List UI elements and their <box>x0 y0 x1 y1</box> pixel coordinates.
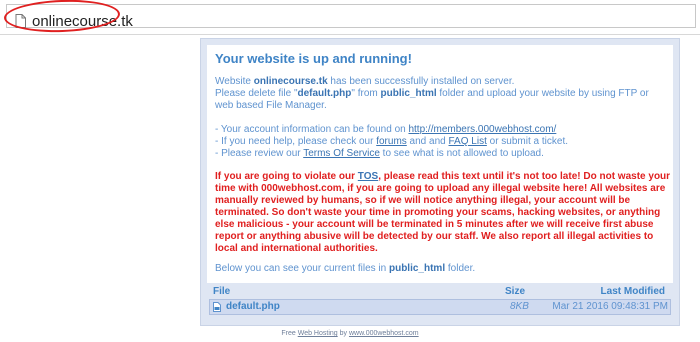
members-link[interactable]: http://members.000webhost.com/ <box>408 124 556 135</box>
warning-text: If you are going to violate our TOS, ple… <box>215 171 671 254</box>
file-modified: Mar 21 2016 09:48:31 PM <box>552 301 668 312</box>
domain-name: onlinecourse.tk <box>253 76 328 87</box>
tos-link[interactable]: Terms Of Service <box>303 148 380 159</box>
footer: Free Web Hosting by www.000webhost.com <box>281 330 419 337</box>
warning-tos-link[interactable]: TOS <box>358 171 378 182</box>
intro-line-2: Please delete file "default.php" from pu… <box>215 88 649 99</box>
forums-link[interactable]: forums <box>376 136 407 147</box>
notice-panel: Your website is up and running! Website … <box>200 38 680 326</box>
web-hosting-link[interactable]: Web Hosting <box>298 330 338 337</box>
intro-line-3: web based File Manager. <box>215 100 327 111</box>
table-row[interactable]: default.php 8KB Mar 21 2016 09:48:31 PM <box>209 299 671 315</box>
info-line-1: - Your account information can be found … <box>215 124 557 135</box>
files-note: Below you can see your current files in … <box>215 263 476 274</box>
info-line-2: - If you need help, please check our for… <box>215 136 568 147</box>
file-size: 8KB <box>510 301 529 312</box>
intro-line-1: Website onlinecourse.tk has been success… <box>215 76 515 87</box>
files-table: File Size Last Modified default.php 8KB … <box>207 283 673 319</box>
browser-address-bar: onlinecourse.tk <box>0 0 700 35</box>
info-line-3: - Please review our Terms Of Service to … <box>215 148 544 159</box>
webhost-link[interactable]: www.000webhost.com <box>349 330 419 337</box>
header-size: Size <box>505 286 526 297</box>
file-name[interactable]: default.php <box>226 301 280 312</box>
file-icon <box>213 302 221 312</box>
notice-content: Your website is up and running! Website … <box>207 45 673 319</box>
faq-link[interactable]: FAQ List <box>449 136 487 147</box>
page-title: Your website is up and running! <box>215 51 412 66</box>
header-modified: Last Modified <box>600 286 665 297</box>
header-file: File <box>213 286 231 297</box>
